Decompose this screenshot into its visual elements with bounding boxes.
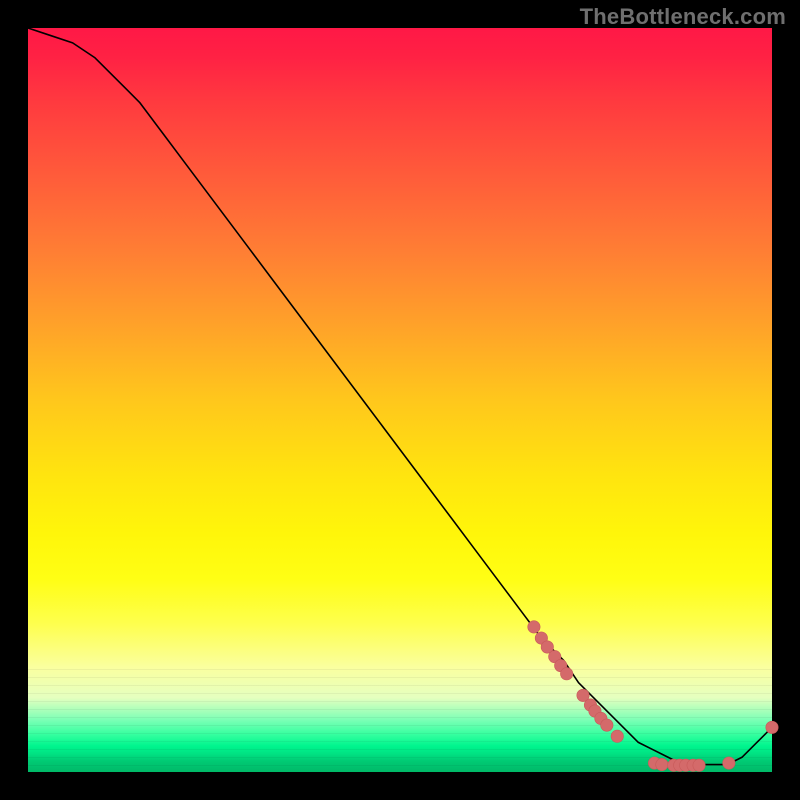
data-marker (723, 757, 735, 769)
data-marker (611, 730, 623, 742)
data-marker (766, 721, 778, 733)
chart-svg (28, 28, 772, 772)
data-marker (656, 758, 668, 770)
data-marker (560, 668, 572, 680)
watermark-text: TheBottleneck.com (580, 4, 786, 30)
data-marker (693, 759, 705, 771)
data-marker (528, 621, 540, 633)
data-marker (601, 719, 613, 731)
plot-area (28, 28, 772, 772)
bottleneck-curve (28, 28, 772, 765)
